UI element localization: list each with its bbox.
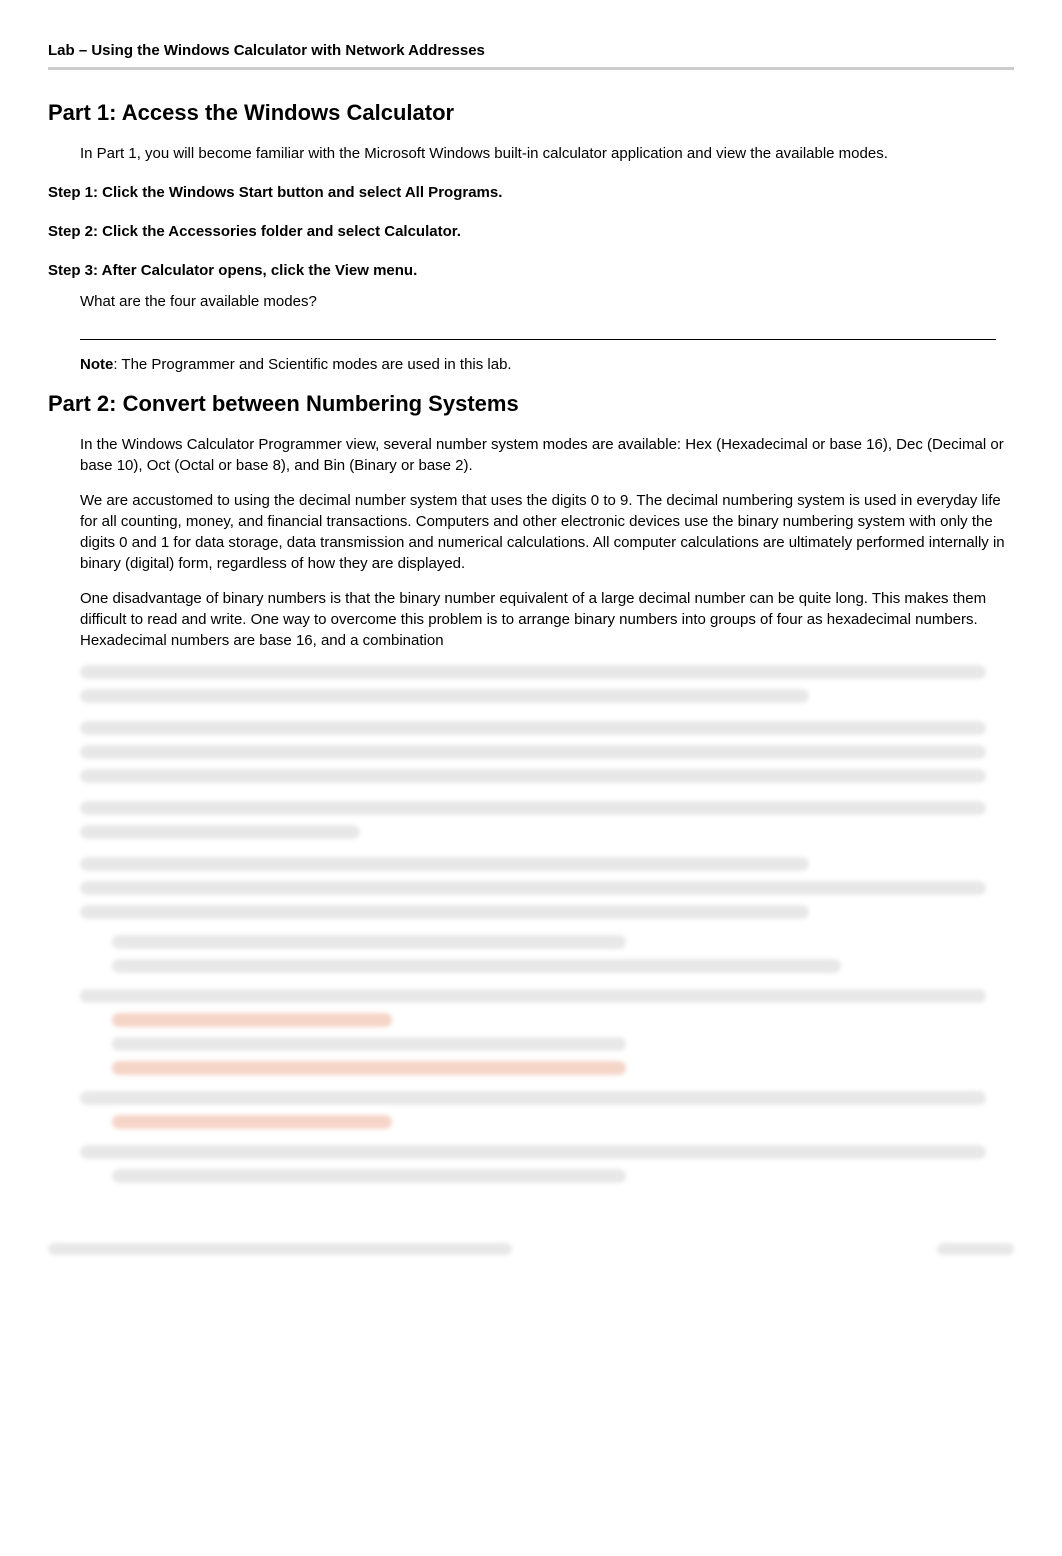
blurred-line: [80, 905, 809, 919]
blurred-line: [112, 935, 626, 949]
footer-left-blur: [48, 1243, 512, 1255]
blurred-line: [80, 801, 986, 815]
blurred-line: [80, 745, 986, 759]
header-divider: [48, 67, 1014, 70]
blurred-line: [112, 1037, 626, 1051]
blurred-line: [112, 1061, 626, 1075]
blurred-line: [80, 665, 986, 679]
blurred-line: [112, 1115, 392, 1129]
part-1-intro: In Part 1, you will become familiar with…: [80, 143, 1014, 164]
blurred-line: [80, 1145, 986, 1159]
blurred-line: [112, 1169, 626, 1183]
blurred-line: [80, 825, 360, 839]
blurred-line: [80, 881, 986, 895]
blurred-line: [80, 689, 809, 703]
step-1-heading: Step 1: Click the Windows Start button a…: [48, 182, 1014, 203]
part-2-paragraph-1: In the Windows Calculator Programmer vie…: [80, 434, 1014, 476]
blurred-content-block: [80, 665, 1014, 1183]
blurred-line: [112, 1013, 392, 1027]
answer-blank-line[interactable]: [80, 322, 996, 340]
step-3-question: What are the four available modes?: [80, 291, 1014, 312]
part-2-paragraph-3: One disadvantage of binary numbers is th…: [80, 588, 1014, 651]
part-2-paragraph-2: We are accustomed to using the decimal n…: [80, 490, 1014, 574]
step-3-note: Note: The Programmer and Scientific mode…: [80, 354, 1014, 375]
blurred-line: [80, 721, 986, 735]
step-2-heading: Step 2: Click the Accessories folder and…: [48, 221, 1014, 242]
note-label: Note: [80, 356, 113, 373]
step-3-heading: Step 3: After Calculator opens, click th…: [48, 260, 1014, 281]
footer-right-blur: [937, 1243, 1014, 1255]
document-header-title: Lab – Using the Windows Calculator with …: [48, 40, 1014, 61]
footer: [48, 1243, 1014, 1255]
blurred-line: [80, 1091, 986, 1105]
blurred-line: [112, 959, 841, 973]
part-2-heading: Part 2: Convert between Numbering System…: [48, 389, 1014, 420]
blurred-line: [80, 857, 809, 871]
blurred-line: [80, 769, 986, 783]
note-text: : The Programmer and Scientific modes ar…: [113, 356, 511, 373]
part-1-heading: Part 1: Access the Windows Calculator: [48, 98, 1014, 129]
blurred-line: [80, 989, 986, 1003]
